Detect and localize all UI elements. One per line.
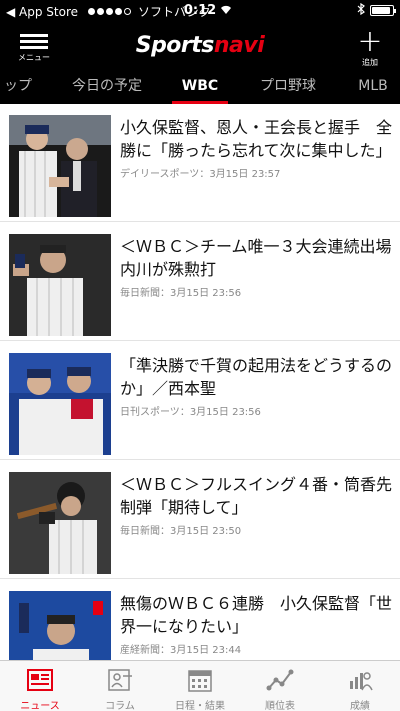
app-header: メニュー Sportsnavi + 追加	[0, 22, 400, 72]
article-source: 毎日新聞	[120, 288, 160, 299]
tabbar-column[interactable]: コラム	[80, 661, 160, 711]
tab-top[interactable]: ップ	[0, 72, 44, 104]
article-item[interactable]: 「準決勝で千賀の起用法をどうするのか」／西本聖 日刊スポーツ：3月15日 23:…	[0, 342, 400, 460]
battery-icon	[370, 5, 396, 16]
article-title: 無傷のＷＢＣ６連勝 小久保監督「世界一になりたい」	[120, 594, 393, 636]
article-date: 3月15日 23:44	[170, 645, 242, 656]
status-time: 0:12	[183, 3, 217, 18]
app-root: ◀ App Store ソフトバンク 0:12 メニュー Sportsnavi	[0, 0, 400, 711]
article-title: 「準決勝で千賀の起用法をどうするのか」／西本聖	[120, 356, 393, 398]
article-source: 日刊スポーツ	[120, 407, 180, 418]
article-meta: 日刊スポーツ：3月15日 23:56	[120, 407, 261, 418]
column-icon	[108, 669, 132, 691]
article-item[interactable]: ＜ＷＢＣ＞フルスイング４番・筒香先制弾「期待して」 毎日新聞：3月15日 23:…	[0, 461, 400, 579]
article-date: 3月15日 23:56	[189, 407, 261, 418]
tabbar-schedule[interactable]: 日程・結果	[160, 661, 240, 711]
tabbar-label: 日程・結果	[175, 701, 225, 711]
bottom-tab-bar: ニュース コラム 日程・結果 順位表 成績	[0, 660, 400, 711]
news-icon	[27, 669, 53, 691]
article-date: 3月15日 23:50	[170, 526, 242, 537]
article-thumbnail	[9, 115, 111, 217]
article-meta: 毎日新聞：3月15日 23:56	[120, 288, 242, 299]
tabbar-label: ニュース	[20, 701, 60, 711]
article-item[interactable]: 小久保監督、恩人・王会長と握手 全勝に「勝ったら忘れて次に集中した」 デイリース…	[0, 104, 400, 222]
calendar-icon	[188, 670, 212, 692]
article-source: デイリースポーツ	[120, 169, 200, 180]
sportsnavi-logo: Sportsnavi	[135, 33, 265, 58]
article-title: 小久保監督、恩人・王会長と握手 全勝に「勝ったら忘れて次に集中した」	[120, 118, 393, 160]
article-title: ＜ＷＢＣ＞フルスイング４番・筒香先制弾「期待して」	[120, 475, 393, 517]
tab-wbc[interactable]: WBC	[172, 72, 228, 104]
tabbar-label: 順位表	[265, 701, 295, 711]
article-thumbnail	[9, 472, 111, 574]
article-thumbnail	[9, 234, 111, 336]
article-title: ＜ＷＢＣ＞チーム唯一３大会連続出場 内川が殊勲打	[120, 237, 400, 279]
tabbar-stats[interactable]: 成績	[320, 661, 400, 711]
article-thumbnail	[9, 353, 111, 455]
bluetooth-icon	[357, 2, 365, 18]
tab-today-schedule[interactable]: 今日の予定	[62, 72, 152, 104]
tab-pro-baseball[interactable]: プロ野球	[248, 72, 328, 104]
article-source: 産経新聞	[120, 645, 160, 656]
article-meta: デイリースポーツ：3月15日 23:57	[120, 169, 281, 180]
stats-icon	[350, 672, 373, 691]
article-meta: 産経新聞：3月15日 23:44	[120, 645, 242, 656]
add-button[interactable]: + 追加	[354, 27, 386, 68]
tabbar-news[interactable]: ニュース	[0, 661, 80, 711]
tabbar-label: コラム	[105, 701, 135, 711]
ranking-chart-icon	[266, 669, 294, 691]
category-tabs: ップ 今日の予定 WBC プロ野球 MLB	[0, 72, 400, 104]
article-date: 3月15日 23:57	[209, 169, 281, 180]
tabbar-label: 成績	[350, 701, 370, 711]
article-meta: 毎日新聞：3月15日 23:50	[120, 526, 242, 537]
tabbar-standings[interactable]: 順位表	[240, 661, 320, 711]
plus-icon: +	[357, 24, 383, 59]
status-bar: ◀ App Store ソフトバンク 0:12	[0, 0, 400, 22]
article-source: 毎日新聞	[120, 526, 160, 537]
article-item[interactable]: ＜ＷＢＣ＞チーム唯一３大会連続出場 内川が殊勲打 毎日新聞：3月15日 23:5…	[0, 223, 400, 341]
article-date: 3月15日 23:56	[170, 288, 242, 299]
tab-mlb[interactable]: MLB	[348, 72, 398, 104]
